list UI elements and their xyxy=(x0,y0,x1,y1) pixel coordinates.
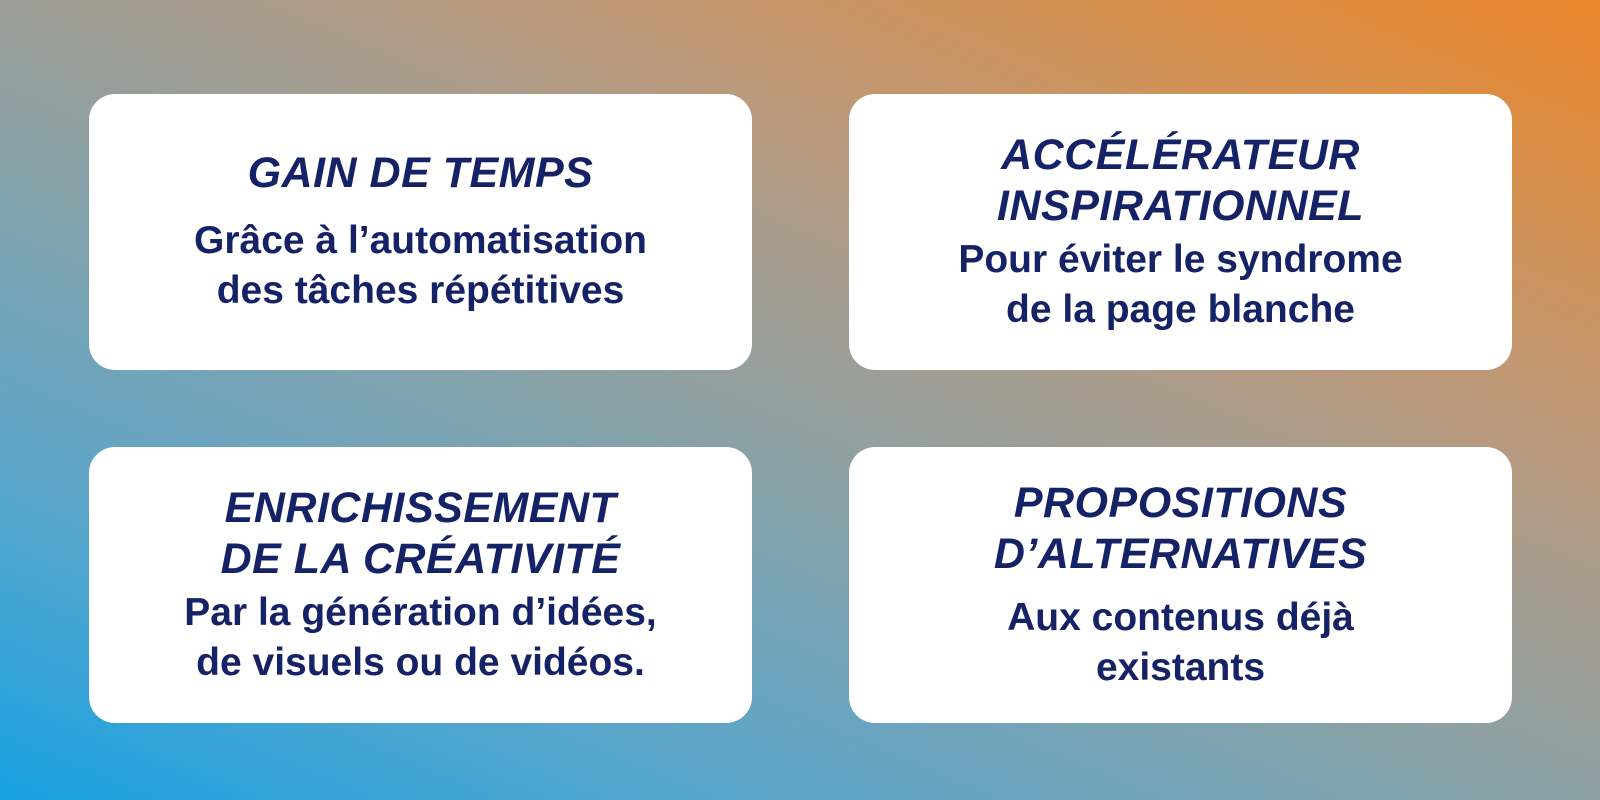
card-title: PROPOSITIONS D’ALTERNATIVES xyxy=(994,478,1367,580)
card-description: Pour éviter le syndrome de la page blanc… xyxy=(958,235,1402,335)
card-description-line: Par la génération d’idées, xyxy=(184,590,657,634)
card-description-line: Grâce à l’automatisation xyxy=(194,219,647,262)
card-gain-de-temps: GAIN DE TEMPS Grâce à l’automatisation d… xyxy=(89,94,752,370)
card-accelerateur-inspirationnel: ACCÉLÉRATEUR INSPIRATIONNEL Pour éviter … xyxy=(849,94,1512,370)
card-title-line: ACCÉLÉRATEUR xyxy=(1001,130,1360,179)
card-title-line: PROPOSITIONS xyxy=(1013,478,1348,527)
card-description-line: existants xyxy=(1095,645,1266,689)
card-title-line: INSPIRATIONNEL xyxy=(997,181,1364,230)
card-description-line: des tâches répétitives xyxy=(216,269,625,312)
card-title-line: D’ALTERNATIVES xyxy=(993,529,1368,578)
card-propositions-alternatives: PROPOSITIONS D’ALTERNATIVES Aux contenus… xyxy=(849,447,1512,723)
card-title: ENRICHISSEMENT DE LA CRÉATIVITÉ xyxy=(221,483,621,585)
card-title: GAIN DE TEMPS xyxy=(248,148,594,199)
card-description-line: de visuels ou de vidéos. xyxy=(196,640,645,684)
card-title-line: DE LA CRÉATIVITÉ xyxy=(220,534,621,583)
card-title-line: GAIN DE TEMPS xyxy=(247,149,594,197)
card-enrichissement-creativite: ENRICHISSEMENT DE LA CRÉATIVITÉ Par la g… xyxy=(89,447,752,723)
card-description-line: Pour éviter le syndrome xyxy=(958,237,1403,281)
card-title-line: ENRICHISSEMENT xyxy=(224,483,617,532)
card-description-line: Aux contenus déjà xyxy=(1007,595,1354,639)
card-description-line: de la page blanche xyxy=(1006,287,1355,331)
card-description: Aux contenus déjà existants xyxy=(1007,593,1354,693)
card-description: Par la génération d’idées, de visuels ou… xyxy=(184,588,657,688)
card-title: ACCÉLÉRATEUR INSPIRATIONNEL xyxy=(997,130,1364,232)
card-description: Grâce à l’automatisation des tâches répé… xyxy=(194,216,647,316)
